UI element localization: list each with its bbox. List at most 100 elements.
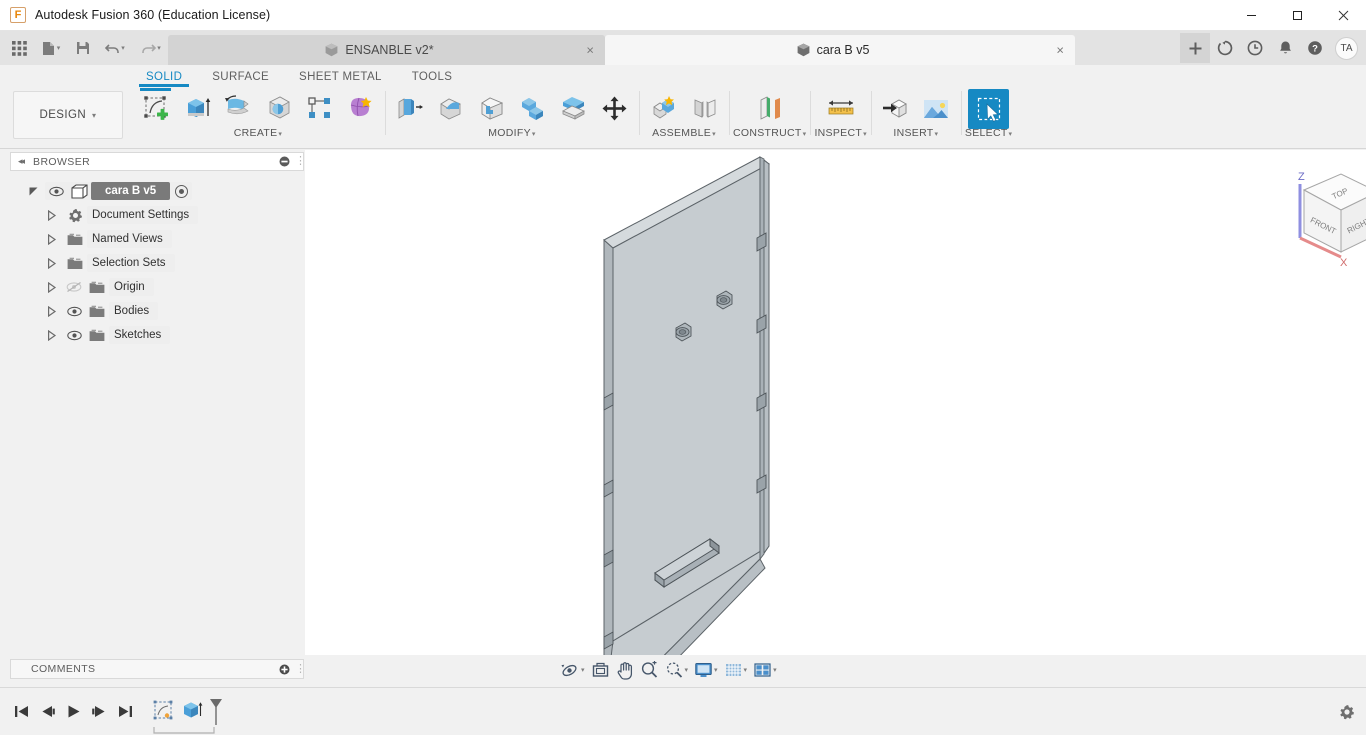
extrude-feature[interactable] — [178, 697, 206, 725]
panel-body[interactable] — [603, 155, 770, 655]
maximize-button[interactable] — [1274, 0, 1320, 31]
close-icon[interactable]: × — [586, 44, 594, 57]
visibility-hidden-icon[interactable] — [63, 281, 85, 293]
tab-surface[interactable]: SURFACE — [197, 71, 284, 87]
model-viewport[interactable]: Z X TOP FRONT RIGHT — [305, 150, 1366, 655]
redo-icon[interactable]: ▾ — [134, 35, 168, 61]
expand-arrow-icon[interactable] — [46, 257, 63, 269]
create-sketch-icon[interactable] — [135, 88, 176, 129]
expand-arrow-icon[interactable] — [46, 329, 63, 341]
plus-circle-icon[interactable] — [279, 664, 290, 675]
form-icon[interactable] — [340, 89, 381, 129]
tree-item-label[interactable]: Selection Sets — [87, 254, 175, 272]
comments-panel[interactable]: COMMENTS ⋮ — [10, 659, 306, 679]
panel-resize-grip[interactable]: ⋮ — [295, 663, 306, 675]
bell-icon[interactable] — [1270, 33, 1300, 63]
offset-face-icon[interactable] — [553, 89, 594, 129]
step-back-icon[interactable] — [34, 697, 60, 727]
tree-row-bodies[interactable]: Bodies — [10, 299, 304, 323]
viewports-icon[interactable]: ▾ — [750, 658, 780, 682]
tree-item-label[interactable]: Bodies — [109, 302, 159, 320]
new-component-icon[interactable] — [643, 89, 684, 129]
tree-item-label[interactable]: Document Settings — [87, 206, 199, 224]
gear-icon[interactable] — [1339, 704, 1355, 720]
tree-item-label[interactable]: Sketches — [109, 326, 171, 344]
tree-row-origin[interactable]: Origin — [10, 275, 304, 299]
expand-arrow-icon[interactable] — [46, 281, 63, 293]
combine-icon[interactable] — [512, 89, 553, 129]
expand-arrow-icon[interactable] — [46, 305, 63, 317]
play-icon[interactable] — [60, 697, 86, 727]
joint-icon[interactable] — [684, 89, 725, 129]
new-tab-button[interactable] — [1180, 33, 1210, 63]
zoom-window-icon[interactable]: ▾ — [662, 658, 692, 682]
visibility-eye-icon[interactable] — [63, 306, 85, 317]
tree-row-component[interactable]: cara B v5 — [10, 179, 304, 203]
skip-end-icon[interactable] — [112, 697, 138, 727]
timeline-end-marker[interactable] — [208, 697, 224, 727]
panel-resize-grip[interactable]: ⋮ — [295, 156, 306, 167]
sync-icon[interactable] — [1210, 33, 1240, 63]
tree-row-sketches[interactable]: Sketches — [10, 323, 304, 347]
extrude-icon[interactable] — [176, 89, 217, 129]
display-monitor-icon[interactable]: ▾ — [691, 658, 721, 682]
component-row-body[interactable]: cara B v5 — [45, 182, 193, 200]
tree-item-label[interactable]: Named Views — [87, 230, 172, 248]
avatar[interactable]: TA — [1335, 36, 1358, 60]
sketch-feature[interactable] — [150, 697, 178, 725]
tree-row-selection-sets[interactable]: Selection Sets — [10, 251, 304, 275]
tree-row-named-views[interactable]: Named Views — [10, 227, 304, 251]
document-tab-ensanble[interactable]: ENSANBLE v2* × — [168, 35, 605, 65]
select-window-icon[interactable] — [968, 89, 1010, 129]
look-at-icon[interactable] — [588, 658, 613, 682]
document-tab-cara-b[interactable]: cara B v5 × — [605, 35, 1075, 65]
apps-grid-icon[interactable] — [6, 35, 32, 61]
minimize-button[interactable] — [1228, 0, 1274, 31]
tab-tools[interactable]: TOOLS — [397, 71, 468, 87]
visibility-eye-icon[interactable] — [45, 186, 67, 197]
ribbon-toolbar: DESIGN ▾ CREATE▾ MODIFY▾ ASSEMBLE▾ CONST… — [0, 87, 1366, 149]
design-canvas[interactable]: Z X TOP FRONT RIGHT — [305, 150, 1366, 655]
close-button[interactable] — [1320, 0, 1366, 31]
zoom-icon[interactable] — [637, 658, 662, 682]
shell-icon[interactable] — [471, 89, 512, 129]
component-name[interactable]: cara B v5 — [91, 182, 171, 200]
press-pull-icon[interactable] — [389, 89, 430, 129]
expand-arrow-icon[interactable] — [46, 209, 63, 221]
undo-icon[interactable]: ▾ — [98, 35, 132, 61]
expand-arrow-icon[interactable] — [46, 233, 63, 245]
tree-row-document-settings[interactable]: Document Settings — [10, 203, 304, 227]
tab-solid[interactable]: SOLID — [131, 71, 197, 87]
expand-arrow-icon[interactable] — [28, 186, 45, 197]
insert-derive-icon[interactable] — [875, 89, 916, 129]
minus-circle-icon[interactable] — [279, 156, 290, 167]
visibility-eye-icon[interactable] — [63, 330, 85, 341]
fillet-icon[interactable] — [430, 89, 471, 129]
collapse-left-icon[interactable]: ◂◂ — [18, 156, 25, 167]
save-icon[interactable] — [70, 35, 96, 61]
skip-start-icon[interactable] — [8, 697, 34, 727]
offset-plane-icon[interactable] — [749, 89, 790, 129]
measure-icon[interactable] — [820, 89, 861, 129]
orbit-icon[interactable]: ▾ — [558, 658, 588, 682]
grid-icon[interactable]: ▾ — [721, 658, 751, 682]
move-copy-icon[interactable] — [594, 89, 635, 129]
tab-sheet-metal[interactable]: SHEET METAL — [284, 71, 397, 87]
activate-component-radio[interactable] — [175, 184, 189, 198]
step-forward-icon[interactable] — [86, 697, 112, 727]
sweep-icon[interactable] — [258, 89, 299, 129]
view-cube[interactable]: Z X TOP FRONT RIGHT — [1298, 171, 1366, 269]
axis-z-label: Z — [1298, 171, 1305, 183]
document-cube-icon — [797, 43, 810, 57]
fusion360-window: F Autodesk Fusion 360 (Education License… — [0, 0, 1366, 735]
close-icon[interactable]: × — [1056, 44, 1064, 57]
insert-image-icon[interactable] — [916, 89, 957, 129]
new-document-icon[interactable]: ▾ — [34, 35, 68, 61]
pattern-icon[interactable] — [299, 89, 340, 129]
revolve-icon[interactable] — [217, 89, 258, 129]
pan-hand-icon[interactable] — [613, 658, 637, 682]
tree-item-label[interactable]: Origin — [109, 278, 154, 296]
workspace-selector[interactable]: DESIGN ▾ — [13, 91, 123, 139]
help-icon[interactable]: ? — [1300, 33, 1330, 63]
clock-icon[interactable] — [1240, 33, 1270, 63]
